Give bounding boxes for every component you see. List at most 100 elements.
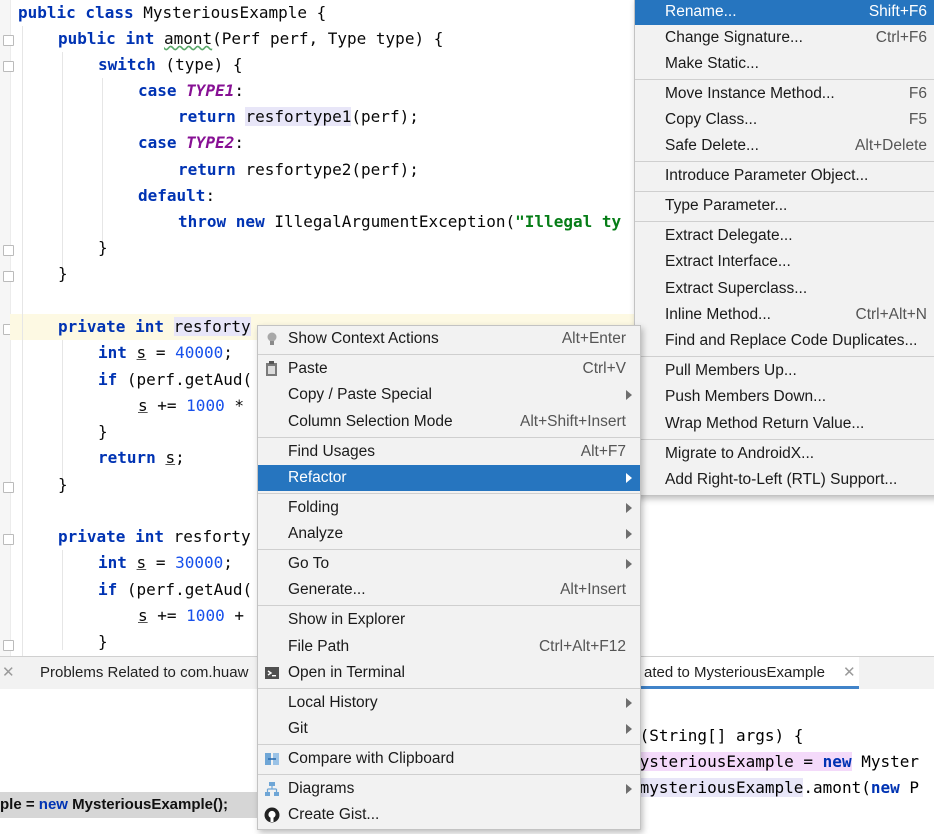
menu-item-generate[interactable]: Generate... Alt+Insert [258,577,640,603]
variable: s [138,606,148,625]
indent-guide [62,52,63,272]
code-line: mysteriousExample = new Myster [630,749,919,775]
menu-item-pull-members-up[interactable]: Pull Members Up... [635,358,934,384]
close-icon[interactable]: ✕ [843,657,856,689]
menu-item-migrate-androidx[interactable]: Migrate to AndroidX... [635,441,934,467]
indent-guide [22,26,23,656]
menu-item-find-replace-duplicates[interactable]: Find and Replace Code Duplicates... [635,328,934,354]
menu-item-push-members-down[interactable]: Push Members Down... [635,384,934,410]
fold-marker-icon[interactable] [3,61,14,72]
menu-item-type-parameter[interactable]: Type Parameter... [635,193,934,219]
menu-item-refactor[interactable]: Refactor [258,465,640,491]
code-line[interactable]: case TYPE1: [138,78,244,104]
menu-item-add-rtl-support[interactable]: Add Right-to-Left (RTL) Support... [635,467,934,493]
variable: s [136,343,147,362]
code-line[interactable]: return resfortype1(perf); [178,104,419,130]
menu-item-make-static[interactable]: Make Static... [635,51,934,77]
menu-separator [258,493,640,494]
tab-problems-package[interactable]: Problems Related to com.huaw [40,657,248,689]
menu-separator [258,688,640,689]
code-line[interactable]: if (perf.getAud( [98,577,252,603]
menu-item-analyze[interactable]: Analyze [258,521,640,547]
close-icon[interactable]: ✕ [2,657,15,689]
submenu-arrow-icon [626,559,632,569]
code-line[interactable]: } [58,261,68,287]
variable-highlighted: mysteriousExample [630,752,794,771]
code-line[interactable]: } [98,235,108,261]
code-line[interactable]: if (perf.getAud( [98,367,252,393]
menu-item-file-path[interactable]: File Path Ctrl+Alt+F12 [258,634,640,660]
code-text: .amont( [803,778,871,797]
submenu-arrow-icon [626,473,632,483]
enum-constant: TYPE1 [186,81,235,100]
menu-item-copy-class[interactable]: Copy Class... F5 [635,107,934,133]
variable: s [136,553,147,572]
menu-item-safe-delete[interactable]: Safe Delete... Alt+Delete [635,133,934,159]
code-line[interactable]: } [98,419,108,445]
string-literal: "Illegal ty [515,212,622,231]
code-line[interactable]: return resfortype2(perf); [178,157,419,183]
code-line[interactable]: switch (type) { [98,52,243,78]
menu-item-folding[interactable]: Folding [258,495,640,521]
menu-item-extract-interface[interactable]: Extract Interface... [635,249,934,275]
code-line[interactable]: s += 1000 + [138,603,244,629]
code-line[interactable]: return s; [98,445,185,471]
menu-item-show-in-explorer[interactable]: Show in Explorer [258,607,640,633]
menu-item-find-usages[interactable]: Find Usages Alt+F7 [258,439,640,465]
code-line[interactable]: public class MysteriousExample { [18,0,326,26]
number-literal: 40000 [175,343,224,362]
tab-problems-class[interactable]: ated to MysteriousExample [630,657,859,689]
menu-item-column-selection-mode[interactable]: Column Selection Mode Alt+Shift+Insert [258,409,640,435]
fold-marker-icon[interactable] [3,35,14,46]
code-line[interactable]: throw new IllegalArgumentException("Ille… [178,209,621,235]
menu-item-change-signature[interactable]: Change Signature... Ctrl+F6 [635,25,934,51]
keyword: int [125,29,155,48]
code-text: } [98,238,108,257]
code-text: ; [223,553,233,572]
indent-guide [62,340,63,480]
menu-item-move-instance-method[interactable]: Move Instance Method... F6 [635,81,934,107]
menu-item-compare-with-clipboard[interactable]: Compare with Clipboard [258,746,640,772]
menu-item-extract-superclass[interactable]: Extract Superclass... [635,276,934,302]
code-line[interactable]: public int amont(Perf perf, Type type) { [58,26,443,52]
enum-constant: TYPE2 [186,133,235,152]
code-text: } [98,632,108,651]
menu-item-extract-delegate[interactable]: Extract Delegate... [635,223,934,249]
fold-marker-icon[interactable] [3,271,14,282]
keyword: default [138,186,206,205]
code-line[interactable]: private int resforty [58,314,251,340]
code-line[interactable]: private int resforty [58,524,251,550]
code-line[interactable]: int s = 30000; [98,550,233,576]
menu-item-copy-paste-special[interactable]: Copy / Paste Special [258,382,640,408]
code-line[interactable]: case TYPE2: [138,130,244,156]
number-literal: 30000 [175,553,224,572]
code-line[interactable]: s += 1000 * [138,393,244,419]
keyword: int [98,343,127,362]
fold-marker-icon[interactable] [3,482,14,493]
menu-item-open-in-terminal[interactable]: Open in Terminal [258,660,640,686]
menu-item-wrap-method-return-value[interactable]: Wrap Method Return Value... [635,411,934,437]
fold-marker-icon[interactable] [3,245,14,256]
code-text: (perf); [351,107,419,126]
code-line[interactable]: default: [138,183,215,209]
code-text: n(String[] args) { [630,726,804,745]
menu-item-git[interactable]: Git [258,716,640,742]
menu-item-go-to[interactable]: Go To [258,551,640,577]
menu-item-create-gist[interactable]: Create Gist... [258,802,640,828]
menu-item-diagrams[interactable]: Diagrams [258,776,640,802]
code-line[interactable]: } [98,629,108,655]
fold-marker-icon[interactable] [3,534,14,545]
menu-item-paste[interactable]: Paste Ctrl+V [258,356,640,382]
code-line[interactable]: } [58,472,68,498]
code-text: ple = [0,796,39,813]
menu-item-local-history[interactable]: Local History [258,690,640,716]
menu-item-introduce-parameter-object[interactable]: Introduce Parameter Object... [635,163,934,189]
menu-item-inline-method[interactable]: Inline Method... Ctrl+Alt+N [635,302,934,328]
menu-item-show-context-actions[interactable]: Show Context Actions Alt+Enter [258,326,640,352]
fold-marker-icon[interactable] [3,640,14,651]
code-text: MysteriousExample(); [67,796,229,813]
menu-item-rename[interactable]: Rename... Shift+F6 [635,0,934,25]
code-text: } [58,264,68,283]
problem-row[interactable]: ple = new MysteriousExample(); [0,792,258,818]
code-line[interactable]: int s = 40000; [98,340,233,366]
